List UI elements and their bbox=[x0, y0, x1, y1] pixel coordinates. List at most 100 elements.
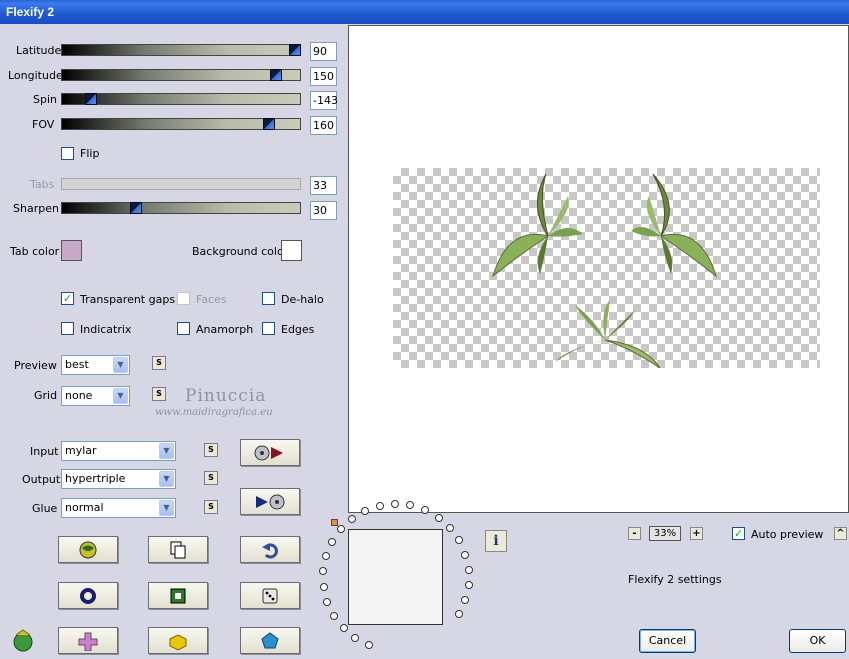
zoom-out-button[interactable]: - bbox=[628, 527, 641, 540]
ring-dot[interactable] bbox=[455, 536, 464, 545]
copy-button[interactable] bbox=[148, 536, 208, 563]
faces-label: Faces bbox=[196, 293, 227, 306]
transparent-preview-image bbox=[393, 168, 820, 369]
grid-s-button[interactable]: S bbox=[152, 387, 166, 401]
plus-shape-button[interactable] bbox=[58, 627, 118, 654]
tabs-slider bbox=[61, 178, 301, 190]
chevron-down-icon: ▼ bbox=[159, 471, 174, 487]
longitude-slider[interactable] bbox=[61, 69, 301, 81]
fov-thumb[interactable] bbox=[263, 118, 276, 130]
latitude-label: Latitude bbox=[16, 44, 62, 57]
chevron-down-icon: ▼ bbox=[113, 357, 128, 373]
output-dropdown[interactable]: hypertriple ▼ bbox=[61, 469, 176, 489]
circle-button[interactable] bbox=[58, 582, 118, 609]
ring-thumbnail-box[interactable] bbox=[348, 529, 443, 625]
ring-dot[interactable] bbox=[461, 596, 470, 605]
ok-button[interactable]: OK bbox=[789, 629, 846, 653]
edges-checkbox[interactable] bbox=[262, 322, 275, 335]
play-input-button[interactable] bbox=[240, 439, 300, 466]
input-s-button[interactable]: S bbox=[204, 443, 218, 457]
latitude-slider[interactable] bbox=[61, 44, 302, 56]
ring-dot[interactable] bbox=[464, 581, 473, 590]
anamorph-label: Anamorph bbox=[196, 323, 254, 336]
chevron-down-icon: ▼ bbox=[159, 443, 174, 459]
ring-dot[interactable] bbox=[446, 523, 455, 532]
grid-dropdown[interactable]: none ▼ bbox=[61, 386, 130, 406]
play-output-icon bbox=[256, 494, 285, 509]
dice-button[interactable] bbox=[240, 582, 300, 609]
ring-dot[interactable] bbox=[434, 513, 443, 522]
spin-slider[interactable] bbox=[61, 93, 301, 105]
latitude-thumb[interactable] bbox=[289, 44, 302, 56]
app-logo-icon bbox=[13, 629, 33, 652]
info-button[interactable]: i bbox=[485, 530, 507, 552]
ring-dot[interactable] bbox=[361, 506, 370, 515]
dice-icon bbox=[262, 588, 278, 603]
sharpen-thumb[interactable] bbox=[129, 202, 142, 214]
undo-icon bbox=[262, 542, 278, 558]
edges-label: Edges bbox=[281, 323, 315, 336]
ring-dot[interactable] bbox=[319, 567, 328, 576]
window-title: Flexify 2 bbox=[6, 5, 55, 19]
ring-dot[interactable] bbox=[351, 633, 360, 642]
output-dropdown-value: hypertriple bbox=[65, 472, 126, 485]
sharpen-slider[interactable] bbox=[61, 202, 301, 214]
input-label: Input bbox=[30, 445, 59, 458]
ring-dot[interactable] bbox=[319, 582, 328, 591]
indicatrix-checkbox[interactable] bbox=[61, 322, 74, 335]
ring-dot[interactable] bbox=[330, 611, 339, 620]
cancel-button[interactable]: Cancel bbox=[639, 629, 696, 653]
fov-slider[interactable] bbox=[61, 118, 301, 130]
title-bar: Flexify 2 bbox=[0, 0, 849, 24]
ring-dot[interactable] bbox=[322, 552, 330, 561]
flip-checkbox[interactable] bbox=[61, 147, 74, 160]
latitude-value[interactable]: 90 bbox=[310, 42, 337, 61]
auto-preview-checkbox[interactable]: ✓ bbox=[732, 527, 745, 540]
fov-value[interactable]: 160 bbox=[310, 116, 337, 135]
tab-color-swatch[interactable] bbox=[61, 240, 82, 261]
glue-s-button[interactable]: S bbox=[204, 500, 218, 514]
tabs-value[interactable]: 33 bbox=[310, 176, 337, 195]
load-preset-button[interactable] bbox=[58, 536, 118, 563]
dehalo-checkbox[interactable] bbox=[262, 292, 275, 305]
ring-dot[interactable] bbox=[375, 501, 384, 510]
glue-dropdown-value: normal bbox=[65, 501, 104, 514]
undo-button[interactable] bbox=[240, 536, 300, 563]
pentagon-icon bbox=[261, 631, 279, 648]
longitude-thumb[interactable] bbox=[270, 69, 283, 81]
ring-dot[interactable] bbox=[461, 550, 470, 559]
copy-icon bbox=[170, 541, 186, 558]
ring-dot[interactable] bbox=[365, 640, 374, 649]
glue-dropdown[interactable]: normal ▼ bbox=[61, 498, 176, 518]
cube-icon bbox=[169, 633, 187, 651]
grid-label: Grid bbox=[34, 389, 58, 402]
chevron-down-icon: ▼ bbox=[113, 388, 128, 404]
transparent-gaps-checkbox[interactable]: ✓ bbox=[61, 292, 74, 305]
ring-dot[interactable] bbox=[454, 610, 463, 619]
spin-thumb[interactable] bbox=[84, 93, 97, 105]
spin-value[interactable]: -143 bbox=[310, 91, 338, 110]
ring-dot[interactable] bbox=[347, 514, 356, 523]
indicatrix-label: Indicatrix bbox=[80, 323, 132, 336]
preview-dropdown[interactable]: best ▼ bbox=[61, 355, 130, 375]
pentagon-button[interactable] bbox=[240, 627, 300, 654]
square-frame-button[interactable] bbox=[148, 582, 208, 609]
output-s-button[interactable]: S bbox=[204, 471, 218, 485]
zoom-in-button[interactable]: + bbox=[690, 527, 703, 540]
preview-s-button[interactable]: S bbox=[152, 356, 166, 370]
ring-handle[interactable] bbox=[331, 519, 338, 526]
ring-dot[interactable] bbox=[327, 538, 336, 546]
input-dropdown[interactable]: mylar ▼ bbox=[61, 441, 176, 461]
collapse-button[interactable]: ^ bbox=[834, 527, 847, 540]
sharpen-value[interactable]: 30 bbox=[310, 201, 337, 220]
background-color-swatch[interactable] bbox=[281, 240, 302, 261]
longitude-value[interactable]: 150 bbox=[310, 67, 337, 86]
ring-dot[interactable] bbox=[339, 623, 348, 632]
play-output-button[interactable] bbox=[240, 488, 300, 515]
watermark-site: www.maidiragrafica.eu bbox=[155, 407, 273, 418]
ring-dot[interactable] bbox=[323, 597, 332, 606]
ring-dot[interactable] bbox=[336, 525, 345, 534]
ring-dot[interactable] bbox=[464, 565, 473, 574]
anamorph-checkbox[interactable] bbox=[177, 322, 190, 335]
cube-button[interactable] bbox=[148, 627, 208, 654]
